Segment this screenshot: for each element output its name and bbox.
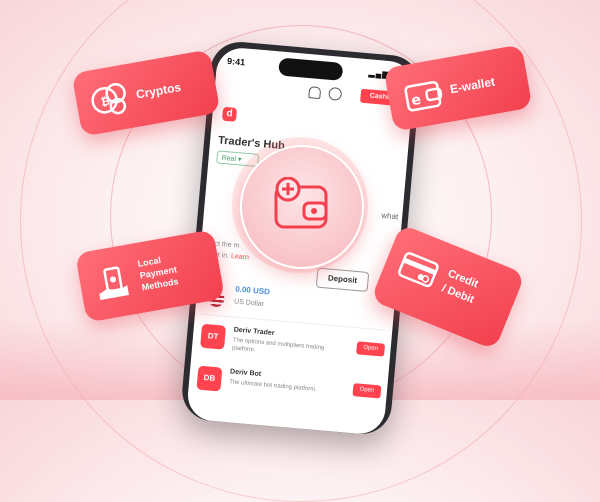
app-tile-deriv-trader[interactable]: DT	[200, 323, 227, 350]
svg-text:e: e	[410, 92, 422, 109]
learn-more-link[interactable]: Learn	[231, 253, 249, 262]
dynamic-island	[278, 57, 344, 81]
hand-cash-icon	[99, 266, 129, 300]
account-type-label: Real	[221, 154, 237, 164]
wallet-add-icon	[274, 177, 328, 229]
status-time: 9:41	[226, 55, 246, 68]
app-description: The ultimate bot trading platform.	[228, 379, 318, 393]
wallet-icon: e	[404, 81, 443, 112]
app-title: Deriv Bot	[229, 368, 262, 379]
coins-icon: ₿	[91, 83, 127, 115]
divider	[200, 313, 387, 331]
deriv-logo[interactable]: d	[221, 106, 238, 122]
app-tile-deriv-bot[interactable]: DB	[196, 365, 223, 392]
deposit-button[interactable]: Deposit	[315, 267, 370, 293]
center-wallet-badge	[240, 145, 364, 269]
open-button[interactable]: Open	[356, 341, 386, 357]
account-avatar-icon[interactable]	[328, 86, 343, 101]
balance-amount: 0.00 USD	[234, 284, 271, 297]
balance-currency: US Dollar	[233, 298, 265, 309]
cryptos-label: Cryptos	[134, 79, 183, 102]
open-button[interactable]: Open	[352, 383, 382, 399]
svg-text:₿: ₿	[100, 95, 111, 109]
chevron-down-icon: ▾	[237, 156, 242, 164]
app-title: Deriv Trader	[233, 326, 275, 338]
credit-card-icon	[398, 252, 439, 288]
ewallet-label: E-wallet	[448, 74, 497, 97]
app-description: The options and multipliers trading plat…	[231, 337, 325, 354]
notification-bell-icon[interactable]	[308, 86, 322, 100]
partial-text: what	[380, 210, 399, 222]
